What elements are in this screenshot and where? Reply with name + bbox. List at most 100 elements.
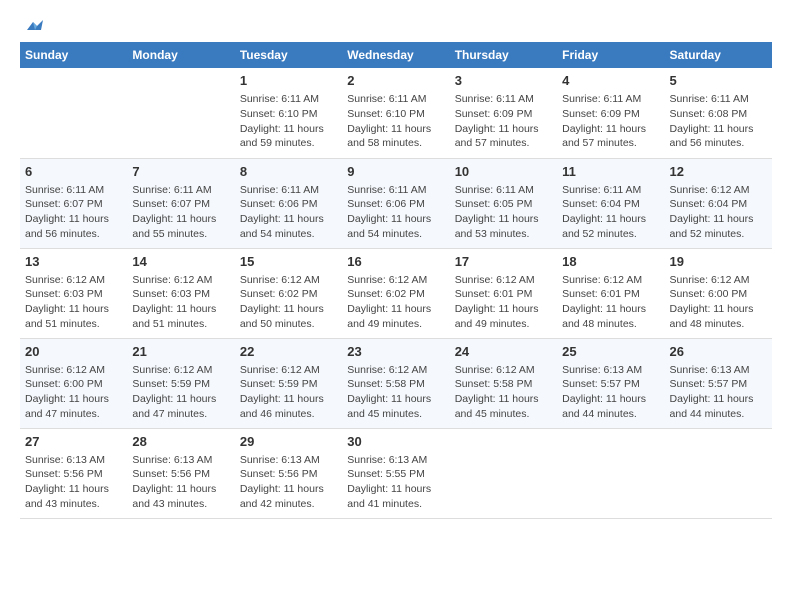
cell-info: Sunrise: 6:12 AM Sunset: 6:01 PM Dayligh… bbox=[562, 273, 659, 332]
calendar-cell: 14 Sunrise: 6:12 AM Sunset: 6:03 PM Dayli… bbox=[127, 248, 234, 338]
calendar-cell: 25 Sunrise: 6:13 AM Sunset: 5:57 PM Dayli… bbox=[557, 338, 664, 428]
calendar-cell: 9Sunrise: 6:11 AM Sunset: 6:06 PM Daylig… bbox=[342, 158, 449, 248]
calendar-cell: 22 Sunrise: 6:12 AM Sunset: 5:59 PM Dayli… bbox=[235, 338, 342, 428]
calendar-cell bbox=[557, 428, 664, 518]
calendar-cell: 10 Sunrise: 6:11 AM Sunset: 6:05 PM Dayli… bbox=[450, 158, 557, 248]
day-number: 16 bbox=[347, 253, 444, 271]
cell-info: Sunrise: 6:12 AM Sunset: 6:02 PM Dayligh… bbox=[347, 273, 444, 332]
cell-info: Sunrise: 6:11 AM Sunset: 6:08 PM Dayligh… bbox=[670, 92, 767, 151]
week-row-2: 6 Sunrise: 6:11 AM Sunset: 6:07 PM Daylig… bbox=[20, 158, 772, 248]
logo-bird-icon bbox=[23, 16, 45, 38]
calendar-cell: 13Sunrise: 6:12 AM Sunset: 6:03 PM Dayli… bbox=[20, 248, 127, 338]
cell-info: Sunrise: 6:13 AM Sunset: 5:57 PM Dayligh… bbox=[670, 363, 767, 422]
cell-info: Sunrise: 6:11 AM Sunset: 6:05 PM Dayligh… bbox=[455, 183, 552, 242]
calendar-table: SundayMondayTuesdayWednesdayThursdayFrid… bbox=[20, 42, 772, 519]
cell-info: Sunrise: 6:11 AM Sunset: 6:04 PM Dayligh… bbox=[562, 183, 659, 242]
day-number: 28 bbox=[132, 433, 229, 451]
cell-info: Sunrise: 6:11 AM Sunset: 6:06 PM Dayligh… bbox=[240, 183, 337, 242]
day-number: 17 bbox=[455, 253, 552, 271]
day-number: 9 bbox=[347, 163, 444, 181]
day-number: 19 bbox=[670, 253, 767, 271]
day-number: 10 bbox=[455, 163, 552, 181]
calendar-cell: 8 Sunrise: 6:11 AM Sunset: 6:06 PM Daylig… bbox=[235, 158, 342, 248]
cell-info: Sunrise: 6:12 AM Sunset: 5:59 PM Dayligh… bbox=[240, 363, 337, 422]
calendar-cell: 30Sunrise: 6:13 AM Sunset: 5:55 PM Dayli… bbox=[342, 428, 449, 518]
calendar-cell: 19 Sunrise: 6:12 AM Sunset: 6:00 PM Dayli… bbox=[665, 248, 772, 338]
calendar-cell: 29 Sunrise: 6:13 AM Sunset: 5:56 PM Dayli… bbox=[235, 428, 342, 518]
day-number: 2 bbox=[347, 72, 444, 90]
cell-info: Sunrise: 6:11 AM Sunset: 6:09 PM Dayligh… bbox=[562, 92, 659, 151]
calendar-cell: 15Sunrise: 6:12 AM Sunset: 6:02 PM Dayli… bbox=[235, 248, 342, 338]
calendar-cell: 23 Sunrise: 6:12 AM Sunset: 5:58 PM Dayli… bbox=[342, 338, 449, 428]
calendar-cell: 11 Sunrise: 6:11 AM Sunset: 6:04 PM Dayli… bbox=[557, 158, 664, 248]
cell-info: Sunrise: 6:12 AM Sunset: 6:03 PM Dayligh… bbox=[132, 273, 229, 332]
calendar-cell: 18 Sunrise: 6:12 AM Sunset: 6:01 PM Dayli… bbox=[557, 248, 664, 338]
day-number: 8 bbox=[240, 163, 337, 181]
week-row-3: 13Sunrise: 6:12 AM Sunset: 6:03 PM Dayli… bbox=[20, 248, 772, 338]
cell-info: Sunrise: 6:13 AM Sunset: 5:55 PM Dayligh… bbox=[347, 453, 444, 512]
calendar-cell bbox=[665, 428, 772, 518]
calendar-cell: 24 Sunrise: 6:12 AM Sunset: 5:58 PM Dayli… bbox=[450, 338, 557, 428]
day-number: 14 bbox=[132, 253, 229, 271]
cell-info: Sunrise: 6:13 AM Sunset: 5:56 PM Dayligh… bbox=[25, 453, 122, 512]
cell-info: Sunrise: 6:12 AM Sunset: 6:00 PM Dayligh… bbox=[670, 273, 767, 332]
day-number: 1 bbox=[240, 72, 337, 90]
day-number: 23 bbox=[347, 343, 444, 361]
day-number: 22 bbox=[240, 343, 337, 361]
day-header-monday: Monday bbox=[127, 42, 234, 68]
day-number: 18 bbox=[562, 253, 659, 271]
cell-info: Sunrise: 6:11 AM Sunset: 6:10 PM Dayligh… bbox=[240, 92, 337, 151]
calendar-cell: 5 Sunrise: 6:11 AM Sunset: 6:08 PM Daylig… bbox=[665, 68, 772, 158]
day-number: 12 bbox=[670, 163, 767, 181]
day-header-tuesday: Tuesday bbox=[235, 42, 342, 68]
logo bbox=[20, 20, 45, 32]
cell-info: Sunrise: 6:12 AM Sunset: 5:58 PM Dayligh… bbox=[455, 363, 552, 422]
calendar-cell: 21 Sunrise: 6:12 AM Sunset: 5:59 PM Dayli… bbox=[127, 338, 234, 428]
cell-info: Sunrise: 6:13 AM Sunset: 5:57 PM Dayligh… bbox=[562, 363, 659, 422]
calendar-cell: 3Sunrise: 6:11 AM Sunset: 6:09 PM Daylig… bbox=[450, 68, 557, 158]
calendar-cell bbox=[127, 68, 234, 158]
day-number: 25 bbox=[562, 343, 659, 361]
day-number: 4 bbox=[562, 72, 659, 90]
day-header-sunday: Sunday bbox=[20, 42, 127, 68]
cell-info: Sunrise: 6:12 AM Sunset: 5:58 PM Dayligh… bbox=[347, 363, 444, 422]
day-header-thursday: Thursday bbox=[450, 42, 557, 68]
day-number: 6 bbox=[25, 163, 122, 181]
calendar-cell: 1 Sunrise: 6:11 AM Sunset: 6:10 PM Daylig… bbox=[235, 68, 342, 158]
calendar-cell bbox=[20, 68, 127, 158]
calendar-cell: 6 Sunrise: 6:11 AM Sunset: 6:07 PM Daylig… bbox=[20, 158, 127, 248]
calendar-cell: 4 Sunrise: 6:11 AM Sunset: 6:09 PM Daylig… bbox=[557, 68, 664, 158]
cell-info: Sunrise: 6:12 AM Sunset: 6:03 PM Dayligh… bbox=[25, 273, 122, 332]
day-number: 11 bbox=[562, 163, 659, 181]
day-number: 7 bbox=[132, 163, 229, 181]
day-number: 5 bbox=[670, 72, 767, 90]
cell-info: Sunrise: 6:12 AM Sunset: 5:59 PM Dayligh… bbox=[132, 363, 229, 422]
calendar-cell: 27 Sunrise: 6:13 AM Sunset: 5:56 PM Dayli… bbox=[20, 428, 127, 518]
day-header-friday: Friday bbox=[557, 42, 664, 68]
cell-info: Sunrise: 6:12 AM Sunset: 6:04 PM Dayligh… bbox=[670, 183, 767, 242]
cell-info: Sunrise: 6:11 AM Sunset: 6:09 PM Dayligh… bbox=[455, 92, 552, 151]
calendar-cell: 28 Sunrise: 6:13 AM Sunset: 5:56 PM Dayli… bbox=[127, 428, 234, 518]
cell-info: Sunrise: 6:12 AM Sunset: 6:01 PM Dayligh… bbox=[455, 273, 552, 332]
day-header-saturday: Saturday bbox=[665, 42, 772, 68]
day-number: 27 bbox=[25, 433, 122, 451]
day-number: 21 bbox=[132, 343, 229, 361]
week-row-5: 27 Sunrise: 6:13 AM Sunset: 5:56 PM Dayli… bbox=[20, 428, 772, 518]
cell-info: Sunrise: 6:13 AM Sunset: 5:56 PM Dayligh… bbox=[132, 453, 229, 512]
day-number: 29 bbox=[240, 433, 337, 451]
cell-info: Sunrise: 6:11 AM Sunset: 6:10 PM Dayligh… bbox=[347, 92, 444, 151]
calendar-cell: 16 Sunrise: 6:12 AM Sunset: 6:02 PM Dayli… bbox=[342, 248, 449, 338]
cell-info: Sunrise: 6:11 AM Sunset: 6:07 PM Dayligh… bbox=[132, 183, 229, 242]
cell-info: Sunrise: 6:12 AM Sunset: 6:00 PM Dayligh… bbox=[25, 363, 122, 422]
calendar-cell: 26Sunrise: 6:13 AM Sunset: 5:57 PM Dayli… bbox=[665, 338, 772, 428]
day-number: 20 bbox=[25, 343, 122, 361]
cell-info: Sunrise: 6:13 AM Sunset: 5:56 PM Dayligh… bbox=[240, 453, 337, 512]
calendar-cell: 17 Sunrise: 6:12 AM Sunset: 6:01 PM Dayli… bbox=[450, 248, 557, 338]
calendar-cell: 2 Sunrise: 6:11 AM Sunset: 6:10 PM Daylig… bbox=[342, 68, 449, 158]
calendar-cell: 7 Sunrise: 6:11 AM Sunset: 6:07 PM Daylig… bbox=[127, 158, 234, 248]
week-row-1: 1 Sunrise: 6:11 AM Sunset: 6:10 PM Daylig… bbox=[20, 68, 772, 158]
day-number: 24 bbox=[455, 343, 552, 361]
calendar-cell bbox=[450, 428, 557, 518]
cell-info: Sunrise: 6:11 AM Sunset: 6:07 PM Dayligh… bbox=[25, 183, 122, 242]
calendar-cell: 20 Sunrise: 6:12 AM Sunset: 6:00 PM Dayli… bbox=[20, 338, 127, 428]
